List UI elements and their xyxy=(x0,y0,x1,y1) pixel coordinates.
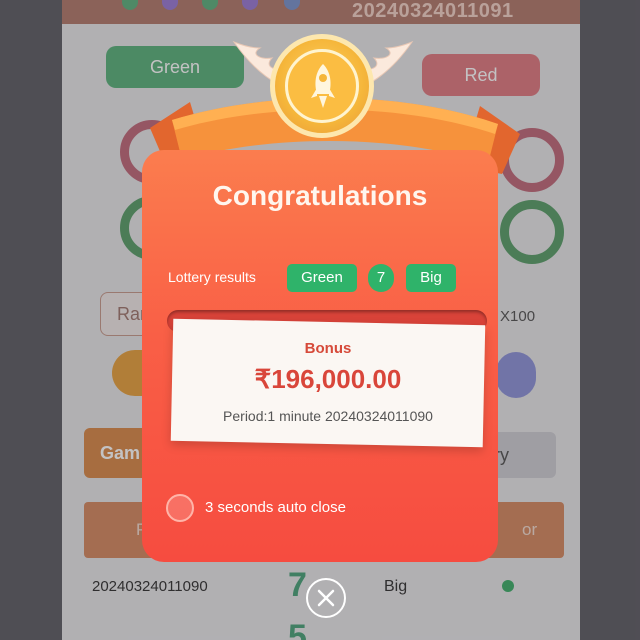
bonus-period: Period:1 minute 20240324011090 xyxy=(223,408,433,424)
bonus-label: Bonus xyxy=(304,340,352,357)
lottery-results-label: Lottery results xyxy=(168,269,256,285)
result-size-badge: Big xyxy=(406,264,456,292)
bonus-amount: ₹196,000.00 xyxy=(254,364,402,394)
close-button[interactable] xyxy=(306,578,346,618)
medal-badge xyxy=(270,34,374,138)
close-icon xyxy=(317,589,335,607)
auto-close-label: 3 seconds auto close xyxy=(205,499,346,516)
result-number-badge: 7 xyxy=(368,264,394,292)
auto-close-checkbox[interactable] xyxy=(166,494,194,522)
rocket-icon xyxy=(311,64,335,108)
medal-inner xyxy=(285,49,359,123)
result-color-badge: Green xyxy=(287,264,357,292)
modal-title: Congratulations xyxy=(212,180,428,211)
